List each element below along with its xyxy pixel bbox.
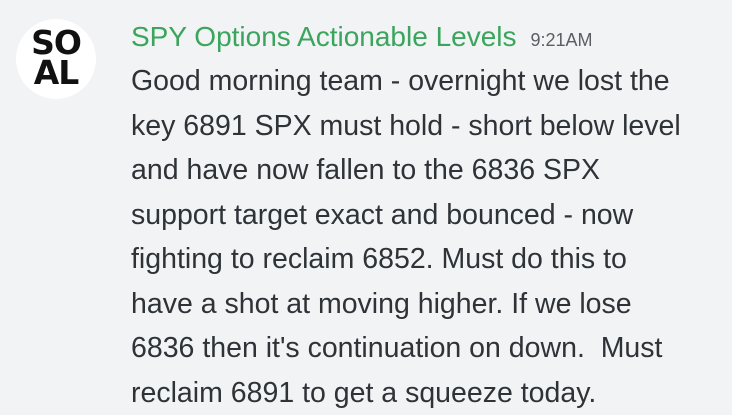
message-timestamp[interactable]: 9:21AM (531, 30, 593, 50)
message-text-line: and have now fallen to the 6836 SPX (131, 148, 721, 193)
avatar-logo-line-2: AL (16, 56, 96, 89)
author-name[interactable]: SPY Options Actionable Levels (131, 21, 517, 52)
message-text-line: 6836 then it's continuation on down. Mus… (131, 326, 721, 371)
message-text-line: support target exact and bounced - now (131, 193, 721, 238)
message-header: SPY Options Actionable Levels 9:21AM (131, 17, 593, 57)
message-text-line: have a shot at moving higher. If we lose (131, 282, 721, 327)
message-text-line: fighting to reclaim 6852. Must do this t… (131, 237, 721, 282)
avatar[interactable]: SO AL (16, 19, 96, 99)
message-text-line: Good morning team - overnight we lost th… (131, 59, 721, 104)
message-text-line: reclaim 6891 to get a squeeze today. (131, 371, 721, 415)
chat-message: SO AL SPY Options Actionable Levels 9:21A… (0, 0, 732, 414)
message-content: Good morning team - overnight we lost th… (131, 59, 721, 415)
message-text-line: key 6891 SPX must hold - short below lev… (131, 104, 721, 149)
